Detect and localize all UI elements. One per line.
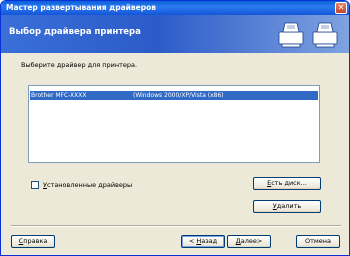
- checkbox-label: Установленные драйверы: [43, 181, 133, 189]
- close-icon[interactable]: ✕: [335, 2, 347, 14]
- window-title: Мастер развертывания драйверов: [6, 3, 157, 12]
- list-item[interactable]: Brother MFC-XXXX (Windows 2000/XP/Vista …: [30, 91, 318, 100]
- back-button[interactable]: < Назад: [181, 235, 225, 248]
- wizard-header: Выбор драйвера принтера: [1, 15, 349, 53]
- printer-icon: [278, 22, 338, 48]
- wizard-window: Мастер развертывания драйверов ✕ Выбор д…: [0, 0, 350, 256]
- title-bar[interactable]: Мастер развертывания драйверов ✕: [1, 1, 349, 15]
- cancel-button[interactable]: Отмена: [296, 235, 340, 248]
- checkbox-box[interactable]: [31, 181, 39, 189]
- prompt-text: Выберите драйвер для принтера.: [21, 61, 138, 69]
- help-button[interactable]: Справка: [11, 235, 55, 248]
- driver-platform: (Windows 2000/XP/Vista (x86): [133, 92, 224, 99]
- driver-list[interactable]: Brother MFC-XXXX (Windows 2000/XP/Vista …: [28, 85, 320, 163]
- separator: [11, 225, 341, 227]
- driver-name: Brother MFC-XXXX: [31, 92, 87, 99]
- page-title: Выбор драйвера принтера: [9, 27, 141, 37]
- next-button[interactable]: Далее>: [227, 235, 271, 248]
- delete-button[interactable]: Удалить: [253, 200, 321, 213]
- have-disk-button[interactable]: Есть диск...: [253, 177, 321, 190]
